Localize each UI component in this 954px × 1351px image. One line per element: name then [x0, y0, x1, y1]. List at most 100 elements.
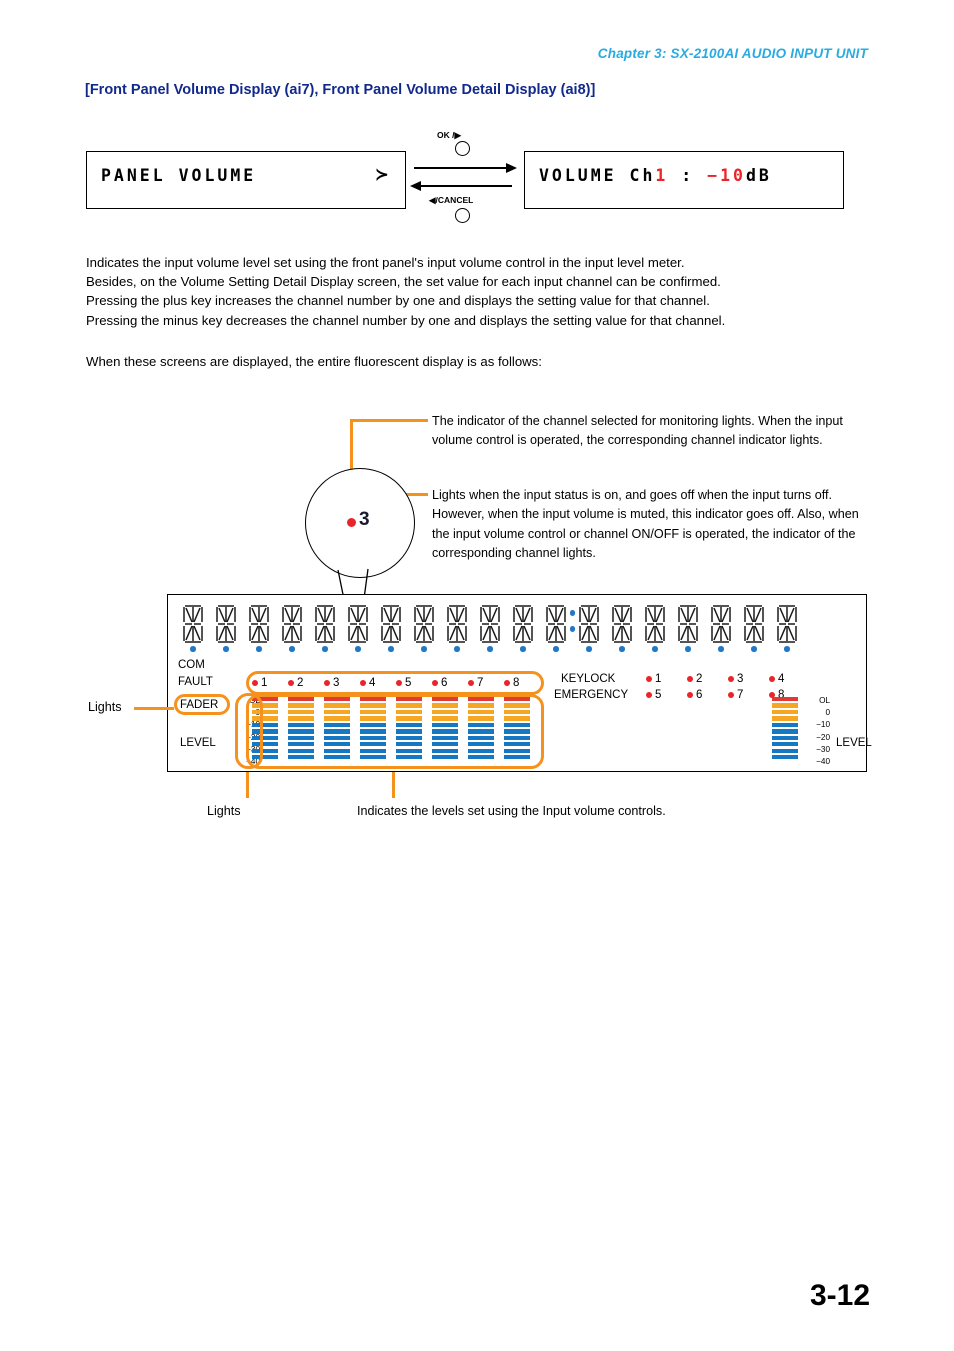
- lcd-right-channel: 1: [655, 166, 669, 185]
- meter-segment: [252, 748, 278, 753]
- meter-segment: [324, 742, 350, 747]
- channel-indicator: 2: [288, 677, 324, 689]
- output-lamp: 1: [646, 671, 687, 687]
- meter-segment: [252, 735, 278, 740]
- segment-character: [376, 602, 409, 654]
- lights-left-leader: [134, 707, 174, 711]
- meter-segment: [468, 716, 494, 721]
- output-lamp: 7: [728, 687, 769, 703]
- meter-segment: [468, 755, 494, 760]
- channel-lamp-icon: [468, 680, 474, 686]
- meter-segment: [324, 703, 350, 708]
- channel-indicator: 7: [468, 677, 504, 689]
- output-lamp-icon: [646, 692, 652, 698]
- segment-character: [475, 602, 508, 654]
- cancel-key-label: ◀/CANCEL: [429, 195, 473, 206]
- sub-paragraph: When these screens are displayed, the en…: [86, 354, 542, 369]
- lcd-right-prefix: VOLUME Ch: [539, 166, 656, 185]
- meter-segment: [772, 709, 798, 715]
- channel-lamp-icon: [252, 680, 258, 686]
- meter-segment: [288, 729, 314, 734]
- meter-segment: [288, 748, 314, 753]
- meter-segment: [360, 697, 386, 702]
- fourteen-segment-glyph: [249, 605, 269, 643]
- callout-text-input-status: Lights when the input status is on, and …: [432, 488, 859, 561]
- db-scale-master: OL 0 −10 −20 −30 −40: [804, 696, 830, 766]
- description-line: Pressing the minus key decreases the cha…: [86, 312, 726, 328]
- meter-segment: [252, 697, 278, 702]
- meter-segment: [252, 703, 278, 708]
- meter-segment: [360, 755, 386, 760]
- channel-indicator: 3: [324, 677, 360, 689]
- meter-segment: [324, 716, 350, 721]
- lcd-right-chevron-icon: ≻: [374, 165, 389, 185]
- output-lamp: 2: [687, 671, 728, 687]
- meter-segment: [324, 709, 350, 715]
- meter-segment: [468, 735, 494, 740]
- page-title: [Front Panel Volume Display (ai7), Front…: [85, 82, 596, 98]
- label-emergency: EMERGENCY: [554, 689, 629, 701]
- lcd-right-separator: :: [668, 166, 708, 185]
- meter-segment: [504, 722, 530, 728]
- output-lamp-number: 7: [737, 689, 744, 701]
- channel-meter: [360, 697, 396, 767]
- label-master-level: LEVEL: [836, 737, 872, 749]
- channel-number: 3: [333, 677, 340, 689]
- callout-1-leader-horizontal: [350, 419, 428, 423]
- magnified-channel-number: 3: [359, 509, 370, 530]
- segment-character: [673, 602, 706, 654]
- description-paragraph: Indicates the input volume level set usi…: [86, 253, 725, 330]
- fourteen-segment-glyph: [216, 605, 236, 643]
- segment-character: [739, 602, 772, 654]
- ok-key-circle-icon: [455, 141, 470, 156]
- segment-underline-dot-icon: [685, 646, 691, 652]
- label-fault: FAULT: [178, 676, 213, 688]
- meter-segment: [360, 742, 386, 747]
- channel-meter: [504, 697, 540, 767]
- play-icon: ▶: [454, 130, 462, 140]
- fourteen-segment-glyph: [612, 605, 632, 643]
- lcd-right-value: −10: [707, 166, 746, 185]
- segment-underline-dot-icon: [751, 646, 757, 652]
- segment-character: [277, 602, 310, 654]
- segment-character: [343, 602, 376, 654]
- meter-segment: [772, 748, 798, 753]
- meter-segment: [288, 742, 314, 747]
- db-scale-tick: −10: [816, 720, 830, 730]
- meter-segment: [396, 716, 422, 721]
- fourteen-segment-glyph: [711, 605, 731, 643]
- segment-character: [178, 602, 211, 654]
- channel-meter: [288, 697, 324, 767]
- meter-segment: [360, 709, 386, 715]
- segment-character: [442, 602, 475, 654]
- ok-key-text: OK /: [437, 130, 455, 140]
- meter-segment: [396, 729, 422, 734]
- output-lamp-icon: [728, 676, 734, 682]
- meter-segment: [288, 755, 314, 760]
- meter-segment: [252, 729, 278, 734]
- fourteen-segment-glyph: [348, 605, 368, 643]
- segment-character: [211, 602, 244, 654]
- fourteen-segment-glyph: [414, 605, 434, 643]
- meter-segment: [396, 703, 422, 708]
- channel-indicator: 5: [396, 677, 432, 689]
- segment-character: [640, 602, 673, 654]
- cancel-key-text: /CANCEL: [435, 195, 474, 205]
- fourteen-segment-glyph: [381, 605, 401, 643]
- meter-segment: [360, 722, 386, 728]
- channel-number: 5: [405, 677, 412, 689]
- channel-lamp-icon: [432, 680, 438, 686]
- annotation-lights-bottom: Lights: [207, 804, 241, 818]
- fourteen-segment-glyph: [447, 605, 467, 643]
- lcd-left-text: PANEL VOLUME: [101, 166, 257, 185]
- segment-underline-dot-icon: [586, 646, 592, 652]
- meter-segment: [772, 722, 798, 728]
- meter-segment: [504, 703, 530, 708]
- meter-segment: [432, 748, 458, 753]
- description-line: Pressing the plus key increases the chan…: [86, 293, 710, 309]
- channel-indicator: 1: [252, 677, 288, 689]
- channel-lamp-icon: [288, 680, 294, 686]
- meter-segment: [360, 729, 386, 734]
- segment-underline-dot-icon: [355, 646, 361, 652]
- output-lamp: 5: [646, 687, 687, 703]
